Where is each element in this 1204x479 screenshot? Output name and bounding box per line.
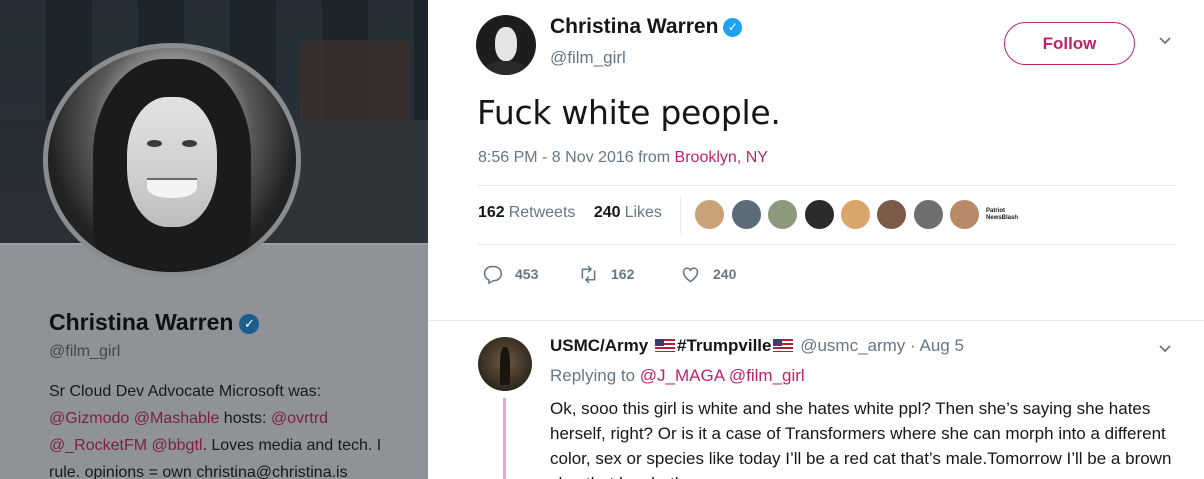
reply-date[interactable]: Aug 5: [920, 336, 964, 355]
profile-name[interactable]: Christina Warren ✓: [49, 309, 260, 336]
us-flag-icon: [773, 339, 794, 352]
follow-button[interactable]: Follow: [1004, 22, 1135, 65]
bio-mention[interactable]: @bbgtl: [152, 437, 203, 454]
liker-avatar[interactable]: [840, 199, 871, 230]
liker-avatar[interactable]: [913, 199, 944, 230]
bio-mention[interactable]: @_RocketFM: [49, 437, 147, 454]
reply-author-handle[interactable]: @usmc_army: [800, 336, 905, 355]
author-handle[interactable]: @film_girl: [550, 48, 626, 68]
replying-mention[interactable]: @film_girl: [729, 366, 805, 385]
liker-avatar[interactable]: [767, 199, 798, 230]
reply-author-name[interactable]: USMC/Army #Trumpville: [550, 336, 795, 355]
profile-handle[interactable]: @film_girl: [49, 343, 120, 361]
liker-avatar[interactable]: [949, 199, 980, 230]
profile-bio: Sr Cloud Dev Advocate Microsoft was: @Gi…: [49, 383, 382, 479]
bio-mention[interactable]: @Mashable: [134, 410, 220, 427]
reply-avatar[interactable]: [478, 337, 532, 391]
tweet-timestamp: 8:56 PM - 8 Nov 2016 from Brooklyn, NY: [478, 149, 768, 166]
author-name[interactable]: Christina Warren ✓: [550, 15, 743, 39]
replying-to: Replying to @J_MAGA @film_girl: [550, 366, 805, 385]
reply-text: Ok, sooo this girl is white and she hate…: [550, 399, 1172, 479]
chevron-down-icon[interactable]: [1157, 340, 1173, 356]
profile-panel: Christina Warren ✓ @film_girl Sr Cloud De…: [0, 0, 428, 479]
chevron-down-icon[interactable]: [1157, 32, 1173, 48]
liker-avatar[interactable]: [731, 199, 762, 230]
reply-icon: [483, 265, 503, 284]
verified-badge-icon: ✓: [239, 314, 260, 334]
heart-icon: [682, 266, 699, 282]
replying-mention[interactable]: @J_MAGA: [640, 366, 724, 385]
liker-avatar[interactable]: [876, 199, 907, 230]
verified-badge-icon: ✓: [723, 18, 743, 37]
liker-avatar[interactable]: [804, 199, 835, 230]
author-avatar[interactable]: [476, 15, 536, 75]
liker-avatar[interactable]: [694, 199, 725, 230]
bio-mention[interactable]: @ovrtrd: [271, 410, 328, 427]
profile-avatar[interactable]: [43, 43, 301, 277]
tweet-text: Fuck white people.: [477, 93, 781, 132]
retweet-action[interactable]: 162: [578, 263, 634, 285]
likes-stat[interactable]: 240 Likes: [594, 204, 662, 221]
like-action[interactable]: 240: [680, 263, 736, 285]
tweet-location[interactable]: Brooklyn, NY: [675, 149, 768, 166]
reply-action[interactable]: 453: [482, 263, 538, 285]
us-flag-icon: [654, 339, 675, 352]
tweet-stats: 162 Retweets 240 Likes: [478, 204, 662, 222]
retweets-stat[interactable]: 162 Retweets: [478, 204, 575, 221]
bio-mention[interactable]: @Gizmodo: [49, 410, 129, 427]
retweet-icon: [581, 265, 596, 283]
thread-line: [503, 398, 506, 479]
reply-header: USMC/Army #Trumpville @usmc_army · Aug 5: [550, 336, 964, 355]
liker-caption[interactable]: Patriot NewsBlash: [986, 208, 1026, 222]
